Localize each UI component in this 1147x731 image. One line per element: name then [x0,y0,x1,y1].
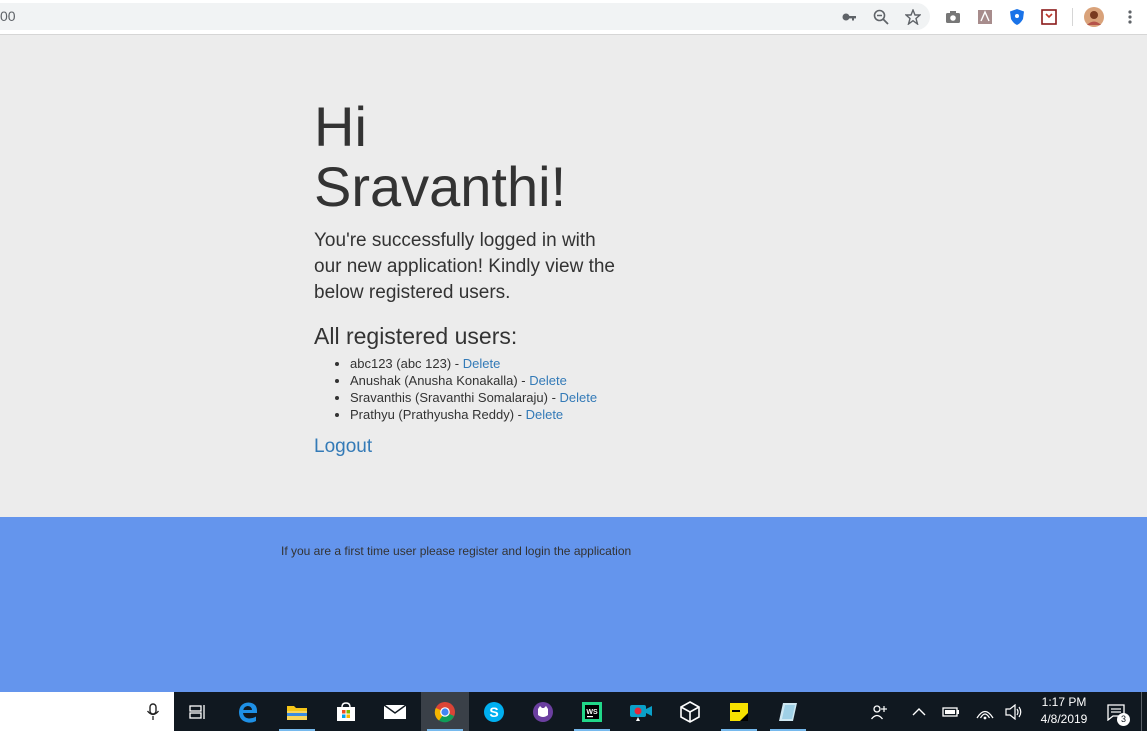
intro-text: You're successfully logged in with our n… [314,230,616,303]
more-menu-icon[interactable] [1120,7,1140,27]
sticky-notes-icon[interactable] [715,692,763,731]
show-desktop-button[interactable] [1141,692,1142,731]
zoom-icon[interactable] [871,7,891,27]
battery-icon[interactable] [940,692,962,731]
notification-badge: 3 [1117,713,1130,726]
clock-time: 1:17 PM [1041,695,1087,709]
delete-user-link[interactable]: Delete [560,390,598,405]
logout-link[interactable]: Logout [314,436,372,458]
extension-icon[interactable] [1039,7,1059,27]
mail-icon[interactable] [371,692,419,731]
volume-icon[interactable] [1003,692,1025,731]
user-entry: Prathyu (Prathyusha Reddy) - [350,407,526,422]
svg-text:WS: WS [586,709,598,716]
star-icon[interactable] [903,7,923,27]
browser-toolbar: 00 [0,0,1147,35]
delete-user-link[interactable]: Delete [526,407,564,422]
file-explorer-icon[interactable] [273,692,321,731]
notes-icon[interactable] [764,692,812,731]
list-item: Prathyu (Prathyusha Reddy) - Delete [350,406,597,423]
camera-icon[interactable] [943,7,963,27]
microphone-icon[interactable] [146,703,160,726]
camera-app-icon[interactable] [617,692,665,731]
app-icon[interactable] [519,692,567,731]
page-main: Hi Sravanthi! You're successfully logged… [0,35,1147,517]
taskbar: S WS 1:17 PM 4/8/2019 3 [0,692,1147,731]
user-entry: abc123 (abc 123) - [350,356,463,371]
footer: If you are a first time user please regi… [0,517,1147,692]
wifi-icon[interactable] [974,692,996,731]
toolbar-separator [1072,8,1073,26]
key-icon[interactable] [839,7,859,27]
pdf-icon[interactable] [975,7,995,27]
delete-user-link[interactable]: Delete [529,373,567,388]
address-text[interactable]: 00 [0,8,16,24]
virtualbox-icon[interactable] [666,692,714,731]
taskbar-search-box[interactable] [0,692,174,731]
list-item: abc123 (abc 123) - Delete [350,355,597,372]
user-entry: Anushak (Anusha Konakalla) - [350,373,530,388]
footer-text: If you are a first time user please regi… [281,544,632,558]
greeting-heading: Hi Sravanthi! [314,95,567,218]
clock-date: 4/8/2019 [1040,712,1088,726]
list-item: Sravanthis (Sravanthi Somalaraju) - Dele… [350,389,597,406]
task-view-icon[interactable] [174,692,222,731]
taskbar-clock[interactable]: 1:17 PM 4/8/2019 [1030,694,1098,728]
chevron-up-icon[interactable] [909,692,929,731]
edge-icon[interactable] [224,692,272,731]
svg-text:S: S [489,704,498,720]
delete-user-link[interactable]: Delete [463,356,501,371]
people-icon[interactable] [868,692,890,731]
webstorm-icon[interactable]: WS [568,692,616,731]
user-entry: Sravanthis (Sravanthi Somalaraju) - [350,390,560,405]
profile-avatar[interactable] [1084,7,1104,27]
users-list: abc123 (abc 123) - Delete Anushak (Anush… [332,355,597,423]
address-bar[interactable]: 00 [0,3,930,30]
users-heading: All registered users: [314,323,518,349]
list-item: Anushak (Anusha Konakalla) - Delete [350,372,597,389]
store-icon[interactable] [322,692,370,731]
shield-icon[interactable] [1007,7,1027,27]
skype-icon[interactable]: S [470,692,518,731]
chrome-icon[interactable] [421,692,469,731]
